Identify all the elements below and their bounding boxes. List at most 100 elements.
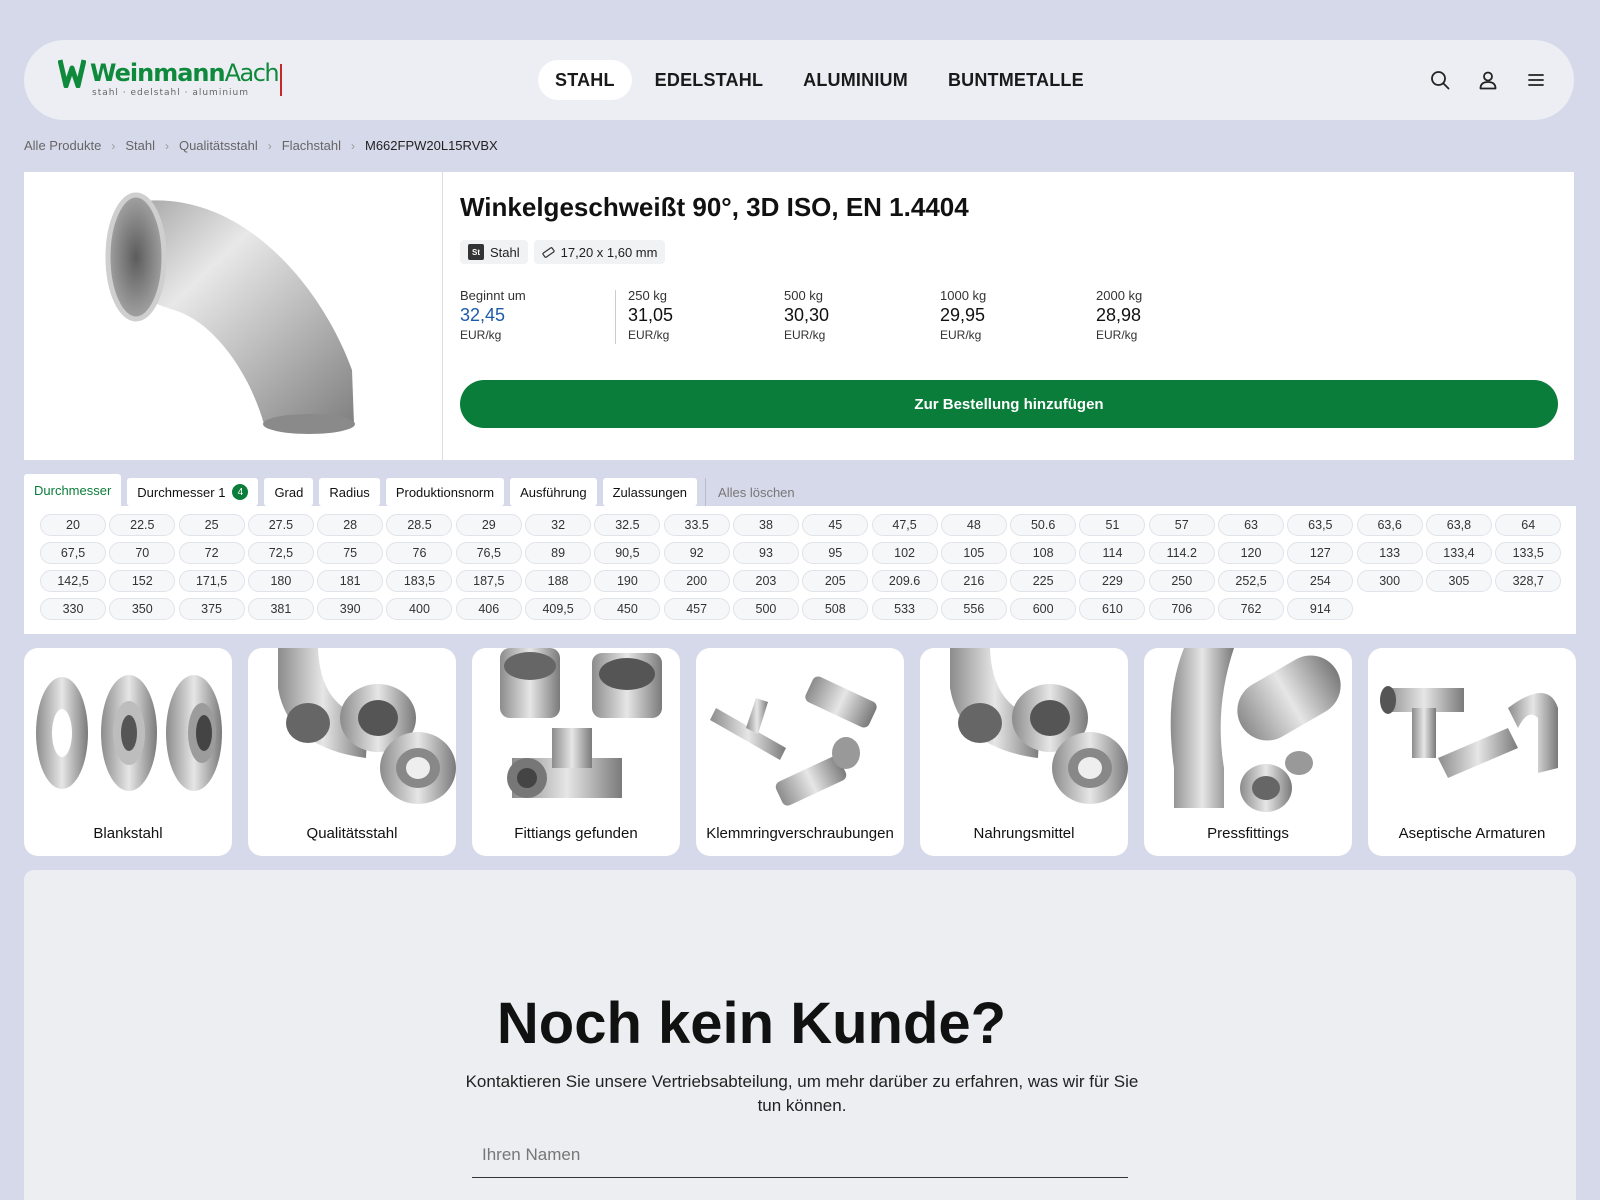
search-icon[interactable] bbox=[1426, 66, 1454, 94]
category-card-klemmring[interactable]: Klemmringverschraubungen bbox=[696, 648, 904, 856]
filter-value-pill[interactable]: 25 bbox=[178, 514, 245, 536]
tab-grad[interactable]: Grad bbox=[264, 478, 314, 506]
category-card-fittings[interactable]: Fittiangs gefunden bbox=[472, 648, 680, 856]
filter-value-pill[interactable]: 63,8 bbox=[1425, 514, 1492, 536]
nav-stahl[interactable]: STAHL bbox=[538, 60, 632, 100]
filter-value-pill[interactable]: 305 bbox=[1425, 570, 1492, 592]
nav-buntmetalle[interactable]: BUNTMETALLE bbox=[931, 60, 1101, 100]
tab-ausfuehrung[interactable]: Ausführung bbox=[510, 478, 597, 506]
filter-value-pill[interactable]: 33.5 bbox=[663, 514, 730, 536]
filter-value-pill[interactable]: 229 bbox=[1079, 570, 1146, 592]
filter-value-pill[interactable]: 252,5 bbox=[1218, 570, 1285, 592]
filter-value-pill[interactable]: 216 bbox=[940, 570, 1007, 592]
filter-value-pill[interactable]: 63 bbox=[1218, 514, 1285, 536]
breadcrumb-item[interactable]: Stahl bbox=[125, 138, 155, 153]
filter-value-pill[interactable]: 93 bbox=[732, 542, 799, 564]
nav-aluminium[interactable]: ALUMINIUM bbox=[786, 60, 925, 100]
filter-value-pill[interactable]: 400 bbox=[386, 598, 453, 620]
filter-value-pill[interactable]: 205 bbox=[802, 570, 869, 592]
filter-value-pill[interactable]: 375 bbox=[178, 598, 245, 620]
filter-value-pill[interactable]: 45 bbox=[802, 514, 869, 536]
filter-value-pill[interactable]: 127 bbox=[1287, 542, 1354, 564]
filter-value-pill[interactable]: 51 bbox=[1079, 514, 1146, 536]
filter-value-pill[interactable]: 102 bbox=[871, 542, 938, 564]
tab-durchmesser-1[interactable]: Durchmesser 1 4 bbox=[127, 478, 259, 506]
filter-value-pill[interactable]: 706 bbox=[1148, 598, 1215, 620]
filter-value-pill[interactable]: 75 bbox=[317, 542, 384, 564]
filter-value-pill[interactable]: 250 bbox=[1148, 570, 1215, 592]
filter-value-pill[interactable]: 47,5 bbox=[871, 514, 938, 536]
filter-value-pill[interactable]: 48 bbox=[940, 514, 1007, 536]
filter-value-pill[interactable]: 90,5 bbox=[594, 542, 661, 564]
menu-icon[interactable] bbox=[1522, 66, 1550, 94]
filter-value-pill[interactable]: 114 bbox=[1079, 542, 1146, 564]
filter-value-pill[interactable]: 610 bbox=[1079, 598, 1146, 620]
filter-value-pill[interactable]: 200 bbox=[663, 570, 730, 592]
breadcrumb-item[interactable]: Flachstahl bbox=[282, 138, 341, 153]
filter-value-pill[interactable]: 556 bbox=[940, 598, 1007, 620]
filter-value-pill[interactable]: 70 bbox=[109, 542, 176, 564]
filter-value-pill[interactable]: 142,5 bbox=[40, 570, 106, 592]
category-card-qualitaetsstahl[interactable]: Qualitätsstahl bbox=[248, 648, 456, 856]
filter-value-pill[interactable]: 500 bbox=[732, 598, 799, 620]
filter-value-pill[interactable]: 64 bbox=[1495, 514, 1562, 536]
filter-value-pill[interactable]: 190 bbox=[594, 570, 661, 592]
filter-value-pill[interactable]: 108 bbox=[1010, 542, 1077, 564]
filter-value-pill[interactable]: 300 bbox=[1356, 570, 1423, 592]
filter-value-pill[interactable]: 203 bbox=[732, 570, 799, 592]
filter-value-pill[interactable]: 600 bbox=[1010, 598, 1077, 620]
filter-value-pill[interactable]: 457 bbox=[663, 598, 730, 620]
filter-value-pill[interactable]: 209.6 bbox=[871, 570, 938, 592]
filter-value-pill[interactable]: 95 bbox=[802, 542, 869, 564]
filter-value-pill[interactable]: 171,5 bbox=[178, 570, 245, 592]
filter-value-pill[interactable]: 92 bbox=[663, 542, 730, 564]
category-card-blankstahl[interactable]: Blankstahl bbox=[24, 648, 232, 856]
filter-value-pill[interactable]: 67,5 bbox=[40, 542, 106, 564]
tab-zulassungen[interactable]: Zulassungen bbox=[602, 478, 698, 506]
filter-value-pill[interactable]: 133,4 bbox=[1425, 542, 1492, 564]
filter-value-pill[interactable]: 27.5 bbox=[247, 514, 314, 536]
logo[interactable]: WeinmannAach stahl · edelstahl · alumini… bbox=[58, 58, 282, 102]
filter-value-pill[interactable]: 254 bbox=[1287, 570, 1354, 592]
filter-value-pill[interactable]: 20 bbox=[40, 514, 106, 536]
filter-value-pill[interactable]: 72,5 bbox=[247, 542, 314, 564]
filter-value-pill[interactable]: 508 bbox=[802, 598, 869, 620]
filter-value-pill[interactable]: 89 bbox=[525, 542, 592, 564]
filter-value-pill[interactable]: 32 bbox=[525, 514, 592, 536]
filter-value-pill[interactable]: 406 bbox=[455, 598, 522, 620]
filter-value-pill[interactable]: 63,6 bbox=[1356, 514, 1423, 536]
filter-value-pill[interactable]: 32.5 bbox=[594, 514, 661, 536]
tab-durchmesser[interactable]: Durchmesser bbox=[24, 474, 122, 506]
clear-filters-button[interactable]: Alles löschen bbox=[705, 478, 795, 506]
category-card-nahrungsmittel[interactable]: Nahrungsmittel bbox=[920, 648, 1128, 856]
filter-value-pill[interactable]: 914 bbox=[1287, 598, 1354, 620]
tab-produktionsnorm[interactable]: Produktionsnorm bbox=[385, 478, 505, 506]
filter-value-pill[interactable]: 63,5 bbox=[1287, 514, 1354, 536]
add-to-order-button[interactable]: Zur Bestellung hinzufügen bbox=[460, 380, 1558, 428]
filter-value-pill[interactable]: 57 bbox=[1148, 514, 1215, 536]
filter-value-pill[interactable]: 328,7 bbox=[1495, 570, 1562, 592]
filter-value-pill[interactable]: 133 bbox=[1356, 542, 1423, 564]
filter-value-pill[interactable]: 114.2 bbox=[1148, 542, 1215, 564]
filter-value-pill[interactable]: 76,5 bbox=[455, 542, 522, 564]
filter-value-pill[interactable]: 533 bbox=[871, 598, 938, 620]
filter-value-pill[interactable]: 76 bbox=[386, 542, 453, 564]
filter-value-pill[interactable]: 188 bbox=[525, 570, 592, 592]
filter-value-pill[interactable]: 28 bbox=[317, 514, 384, 536]
filter-value-pill[interactable]: 38 bbox=[732, 514, 799, 536]
filter-value-pill[interactable]: 183,5 bbox=[386, 570, 453, 592]
filter-value-pill[interactable]: 409,5 bbox=[525, 598, 592, 620]
filter-value-pill[interactable]: 181 bbox=[317, 570, 384, 592]
filter-value-pill[interactable]: 330 bbox=[40, 598, 106, 620]
filter-value-pill[interactable]: 187,5 bbox=[455, 570, 522, 592]
filter-value-pill[interactable]: 180 bbox=[247, 570, 314, 592]
filter-value-pill[interactable]: 390 bbox=[317, 598, 384, 620]
breadcrumb-item[interactable]: Qualitätsstahl bbox=[179, 138, 258, 153]
nav-edelstahl[interactable]: EDELSTAHL bbox=[638, 60, 780, 100]
filter-value-pill[interactable]: 762 bbox=[1218, 598, 1285, 620]
filter-value-pill[interactable]: 120 bbox=[1218, 542, 1285, 564]
tab-radius[interactable]: Radius bbox=[319, 478, 380, 506]
filter-value-pill[interactable]: 450 bbox=[594, 598, 661, 620]
filter-value-pill[interactable]: 381 bbox=[247, 598, 314, 620]
filter-value-pill[interactable]: 152 bbox=[109, 570, 176, 592]
